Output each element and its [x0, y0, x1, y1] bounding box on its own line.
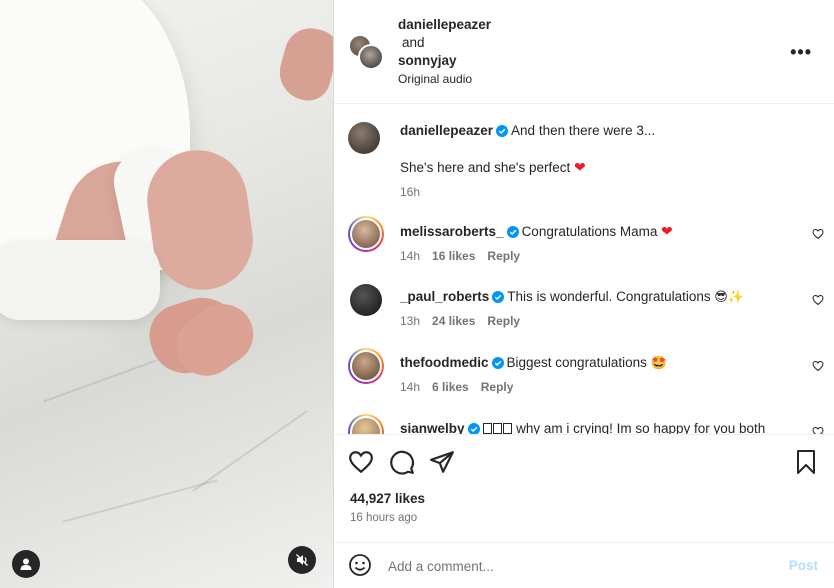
header-username-1[interactable]: daniellepeazer	[398, 16, 491, 34]
more-options-button[interactable]: •••	[790, 42, 812, 63]
comment-likes[interactable]: 16 likes	[432, 249, 475, 263]
red-heart-emoji: ❤	[574, 159, 586, 175]
caption-line-2: She's here and she's perfect	[400, 160, 571, 175]
caption-username[interactable]: daniellepeazer	[400, 123, 493, 138]
reply-button[interactable]: Reply	[481, 380, 514, 394]
heart-outline-icon[interactable]	[812, 294, 824, 306]
verified-badge-icon	[492, 291, 505, 303]
avatar	[350, 218, 382, 250]
post-details-panel: daniellepeazer and sonnyjay Original aud…	[334, 0, 834, 588]
header-username-2[interactable]: sonnyjay	[398, 52, 491, 70]
comment-text: Biggest congratulations	[506, 355, 647, 370]
comment-text: This is wonderful. Congratulations	[507, 289, 711, 304]
user-tag-button[interactable]	[12, 550, 40, 578]
star-struck-emoji: 🤩	[650, 355, 667, 370]
caption-time: 16h	[400, 185, 421, 199]
collab-avatars[interactable]	[348, 34, 384, 70]
post-media-video[interactable]	[0, 0, 333, 588]
comment-username[interactable]: sianwelby	[400, 421, 465, 434]
media-diaper	[0, 240, 160, 320]
comment-text: why am i crying! Im so happy for you bot…	[516, 421, 766, 434]
caption-text: And then there were 3...	[511, 123, 656, 138]
heart-outline-icon[interactable]	[812, 426, 824, 434]
comment-username[interactable]: thefoodmedic	[400, 355, 489, 370]
post-timestamp[interactable]: 16 hours ago	[350, 512, 417, 524]
comment-item: _paul_roberts This is wonderful. Congratu…	[348, 282, 824, 342]
comment-time: 14h	[400, 249, 421, 263]
comment-icon[interactable]	[389, 449, 415, 475]
comment-time: 14h	[400, 380, 421, 394]
comment-composer: Post	[334, 542, 834, 588]
comment-likes[interactable]: 6 likes	[432, 380, 469, 394]
comment-item: thefoodmedic Biggest congratulations 🤩 14…	[348, 348, 824, 408]
heart-outline-icon[interactable]	[812, 228, 824, 240]
avatar[interactable]	[348, 122, 380, 154]
verified-badge-icon	[506, 226, 519, 238]
muted-speaker-icon	[296, 554, 308, 566]
story-ring[interactable]	[348, 348, 384, 384]
bookmark-icon[interactable]	[794, 449, 818, 475]
comments-list[interactable]: daniellepeazer And then there were 3... S…	[334, 104, 834, 434]
story-ring[interactable]	[348, 216, 384, 252]
header-and: and	[402, 35, 425, 50]
verified-badge-icon	[467, 423, 480, 434]
post-header: daniellepeazer and sonnyjay Original aud…	[334, 0, 834, 104]
post-actions: 44,927 likes 16 hours ago	[334, 434, 834, 534]
add-comment-input[interactable]	[388, 555, 768, 577]
post-comment-button[interactable]: Post	[789, 558, 818, 573]
heart-icon[interactable]	[348, 449, 374, 475]
sparkles-emoji: ✨	[727, 289, 745, 304]
collab-names: daniellepeazer and sonnyjay Original aud…	[398, 16, 491, 88]
reply-button[interactable]: Reply	[487, 249, 520, 263]
comment-item: melissaroberts_ Congratulations Mama ❤ 14…	[348, 216, 824, 276]
comment-body: _paul_roberts This is wonderful. Congratu…	[400, 288, 800, 330]
heart-outline-icon[interactable]	[812, 360, 824, 372]
comment-body: sianwelby why am i crying! Im so happy f…	[400, 420, 800, 434]
comment-item: sianwelby why am i crying! Im so happy f…	[348, 414, 824, 434]
comment-text: Congratulations Mama	[521, 224, 658, 239]
reply-button[interactable]: Reply	[487, 314, 520, 328]
mute-toggle-button[interactable]	[288, 546, 316, 574]
likes-count[interactable]: 44,927 likes	[350, 491, 425, 506]
audio-link[interactable]: Original audio	[398, 70, 491, 88]
avatar[interactable]	[350, 284, 382, 316]
emoji-icon[interactable]	[348, 553, 372, 577]
user-tag-icon	[20, 558, 32, 570]
comment-likes[interactable]: 24 likes	[432, 314, 475, 328]
avatar	[358, 44, 384, 70]
red-heart-emoji: ❤	[661, 223, 673, 239]
story-ring[interactable]	[348, 414, 384, 434]
comment-username[interactable]: melissaroberts_	[400, 224, 504, 239]
comment-time: 13h	[400, 314, 421, 328]
verified-badge-icon	[491, 357, 504, 369]
sunglasses-emoji: 😎	[714, 289, 728, 304]
comment-body: melissaroberts_ Congratulations Mama ❤ 14…	[400, 222, 800, 265]
avatar	[350, 350, 382, 382]
comment-body: thefoodmedic Biggest congratulations 🤩 14…	[400, 354, 800, 396]
comment-username[interactable]: _paul_roberts	[400, 289, 489, 304]
unrendered-emoji-boxes	[482, 421, 513, 434]
more-options-icon: •••	[790, 42, 812, 62]
caption-body: daniellepeazer And then there were 3... S…	[400, 122, 810, 201]
avatar	[350, 416, 382, 434]
verified-badge-icon	[496, 125, 509, 137]
share-icon[interactable]	[429, 449, 455, 475]
